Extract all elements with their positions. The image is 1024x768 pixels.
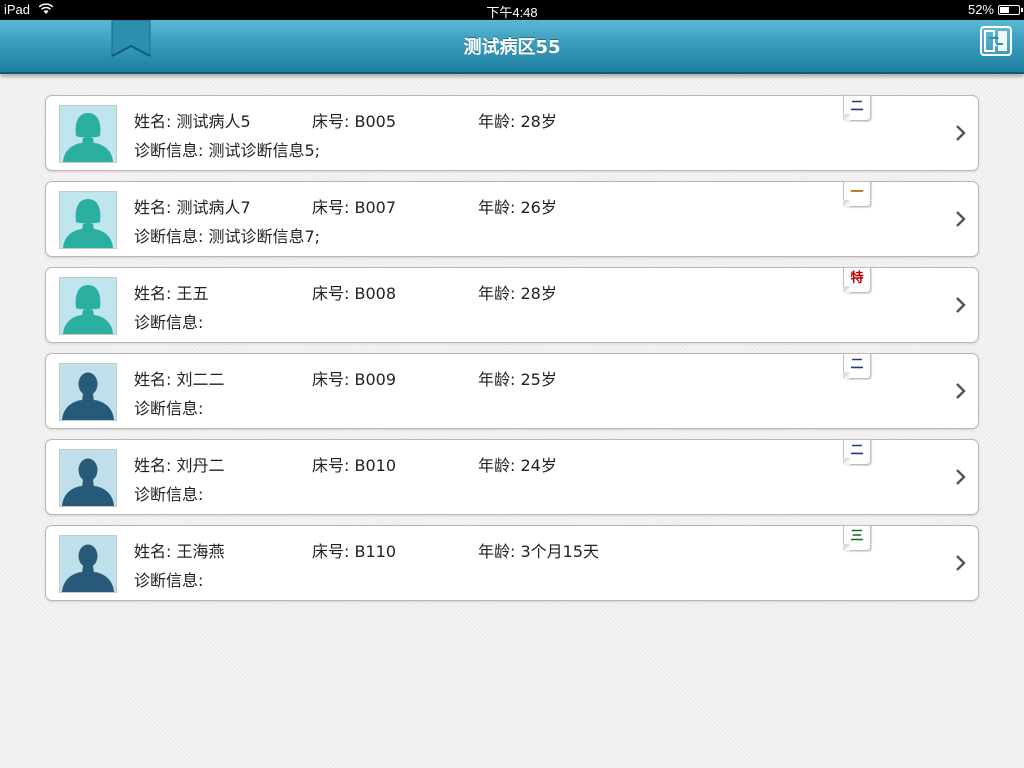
navigation-bar: 测试病区55 xyxy=(0,20,1024,74)
patient-name: 姓名: 测试病人5 xyxy=(134,112,251,131)
status-bar: iPad 下午4:48 52% xyxy=(0,0,1024,20)
patient-card-B010[interactable]: 姓名: 刘丹二 床号: B010 年龄: 24岁 诊断信息: 二 xyxy=(45,439,979,515)
status-time: 下午4:48 xyxy=(486,5,538,20)
patient-diagnosis: 诊断信息: xyxy=(134,313,204,332)
avatar xyxy=(59,191,117,249)
avatar xyxy=(59,363,117,421)
patient-card-B008[interactable]: 姓名: 王五 床号: B008 年龄: 28岁 诊断信息: 特 xyxy=(45,267,979,343)
patient-bed: 床号: B009 xyxy=(312,370,396,389)
patient-bed: 床号: B110 xyxy=(312,542,396,561)
male-avatar-icon xyxy=(60,364,116,420)
patient-list: 姓名: 测试病人5 床号: B005 年龄: 28岁 诊断信息: 测试诊断信息5… xyxy=(45,95,979,611)
patient-diagnosis: 诊断信息: 测试诊断信息7; xyxy=(134,227,321,246)
avatar xyxy=(59,105,117,163)
care-level-badge: 二 xyxy=(843,95,871,121)
chevron-right-icon[interactable] xyxy=(954,382,968,400)
patient-age: 年龄: 28岁 xyxy=(478,284,557,303)
patient-info-line: 姓名: 王五 床号: B008 年龄: 28岁 xyxy=(134,280,734,303)
patient-bed: 床号: B007 xyxy=(312,198,396,217)
patient-age: 年龄: 28岁 xyxy=(478,112,557,131)
patient-info-line: 姓名: 刘丹二 床号: B010 年龄: 24岁 xyxy=(134,452,734,475)
avatar xyxy=(59,535,117,593)
patient-diagnosis: 诊断信息: xyxy=(134,399,204,418)
battery-icon xyxy=(998,5,1023,15)
care-level-badge: 二 xyxy=(843,439,871,465)
care-level-badge: 一 xyxy=(843,181,871,207)
chevron-right-icon[interactable] xyxy=(954,296,968,314)
chevron-right-icon[interactable] xyxy=(954,554,968,572)
switch-account-button[interactable] xyxy=(980,26,1012,56)
female-avatar-icon xyxy=(60,192,116,248)
care-level-badge: 三 xyxy=(843,525,871,551)
patient-name: 姓名: 测试病人7 xyxy=(134,198,251,217)
patient-name: 姓名: 刘丹二 xyxy=(134,456,225,475)
patient-age: 年龄: 24岁 xyxy=(478,456,557,475)
patient-name: 姓名: 王海燕 xyxy=(134,542,225,561)
patient-age: 年龄: 3个月15天 xyxy=(478,542,600,561)
patient-card-B009[interactable]: 姓名: 刘二二 床号: B009 年龄: 25岁 诊断信息: 二 xyxy=(45,353,979,429)
battery-percentage: 52% xyxy=(967,2,994,17)
avatar xyxy=(59,277,117,335)
patient-diagnosis: 诊断信息: 测试诊断信息5; xyxy=(134,141,321,160)
patient-info-line: 姓名: 王海燕 床号: B110 年龄: 3个月15天 xyxy=(134,538,734,561)
battery-level-fill xyxy=(1000,7,1010,13)
patient-card-B110[interactable]: 姓名: 王海燕 床号: B110 年龄: 3个月15天 诊断信息: 三 xyxy=(45,525,979,601)
chevron-right-icon[interactable] xyxy=(954,210,968,228)
patient-info-line: 姓名: 测试病人5 床号: B005 年龄: 28岁 xyxy=(134,108,734,131)
patient-bed: 床号: B005 xyxy=(312,112,396,131)
patient-bed: 床号: B008 xyxy=(312,284,396,303)
patient-card-B005[interactable]: 姓名: 测试病人5 床号: B005 年龄: 28岁 诊断信息: 测试诊断信息5… xyxy=(45,95,979,171)
female-avatar-icon xyxy=(60,106,116,162)
patient-diagnosis: 诊断信息: xyxy=(134,485,204,504)
patient-info-line: 姓名: 刘二二 床号: B009 年龄: 25岁 xyxy=(134,366,734,389)
chevron-right-icon[interactable] xyxy=(954,468,968,486)
patient-name: 姓名: 刘二二 xyxy=(134,370,225,389)
avatar xyxy=(59,449,117,507)
male-avatar-icon xyxy=(60,450,116,506)
patient-card-B007[interactable]: 姓名: 测试病人7 床号: B007 年龄: 26岁 诊断信息: 测试诊断信息7… xyxy=(45,181,979,257)
patient-age: 年龄: 25岁 xyxy=(478,370,557,389)
chevron-right-icon[interactable] xyxy=(954,124,968,142)
male-avatar-icon xyxy=(60,536,116,592)
switch-account-icon xyxy=(984,30,1007,52)
patient-diagnosis: 诊断信息: xyxy=(134,571,204,590)
care-level-badge: 二 xyxy=(843,353,871,379)
female-avatar-icon xyxy=(60,278,116,334)
patient-name: 姓名: 王五 xyxy=(134,284,209,303)
care-level-badge: 特 xyxy=(843,267,871,293)
patient-bed: 床号: B010 xyxy=(312,456,396,475)
patient-info-line: 姓名: 测试病人7 床号: B007 年龄: 26岁 xyxy=(134,194,734,217)
patient-age: 年龄: 26岁 xyxy=(478,198,557,217)
ward-title: 测试病区55 xyxy=(463,37,561,58)
